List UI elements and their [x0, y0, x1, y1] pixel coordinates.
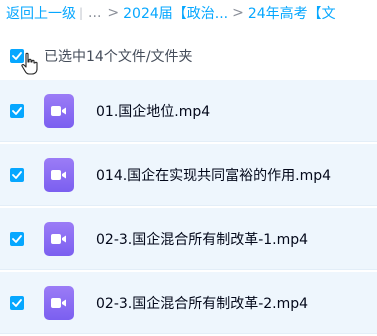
breadcrumb-arrow-2: > [232, 5, 244, 21]
file-checkbox[interactable] [10, 103, 24, 118]
file-name[interactable]: 01.国企地位.mp4 [96, 101, 210, 121]
file-checkbox[interactable] [10, 231, 24, 246]
video-file-icon [44, 93, 74, 128]
file-name[interactable]: 014.国企在实现共同富裕的作用.mp4 [96, 165, 331, 185]
file-row[interactable]: 02-3.国企混合所有制改革-1.mp4 [0, 208, 377, 270]
selection-count-label: 已选中14个文件/文件夹 [44, 49, 193, 65]
breadcrumb-ellipsis[interactable]: ... [86, 5, 103, 21]
breadcrumb-folder-2[interactable]: 24年高考【文 [248, 3, 336, 23]
check-icon [12, 298, 22, 307]
file-checkbox[interactable] [10, 167, 24, 182]
file-name[interactable]: 02-3.国企混合所有制改革-1.mp4 [96, 229, 308, 249]
video-file-icon [44, 221, 74, 256]
check-icon [12, 106, 22, 115]
check-icon [12, 234, 22, 243]
file-name[interactable]: 02-3.国企混合所有制改革-2.mp4 [96, 293, 308, 313]
file-row[interactable]: 014.国企在实现共同富裕的作用.mp4 [0, 144, 377, 206]
check-icon [12, 170, 22, 179]
video-file-icon [44, 285, 74, 320]
file-list: 01.国企地位.mp4 014.国企在实现共同富裕的作用.mp4 02-3.国企… [0, 80, 377, 336]
selection-bar: 已选中14个文件/文件夹 [0, 38, 377, 75]
breadcrumb-arrow-1: > [107, 5, 120, 21]
back-link[interactable]: 返回上一级 [0, 3, 76, 23]
video-file-icon [44, 157, 74, 192]
file-checkbox[interactable] [10, 295, 24, 310]
breadcrumb: 返回上一级 | ... > 2024届【政治... > 24年高考【文 [0, 0, 377, 26]
file-row[interactable]: 01.国企地位.mp4 [0, 80, 377, 142]
file-row[interactable]: 02-3.国企混合所有制改革-2.mp4 [0, 272, 377, 334]
hand-cursor-icon [21, 52, 38, 75]
breadcrumb-folder-1[interactable]: 2024届【政治... [123, 3, 228, 23]
breadcrumb-divider: | [79, 6, 84, 20]
